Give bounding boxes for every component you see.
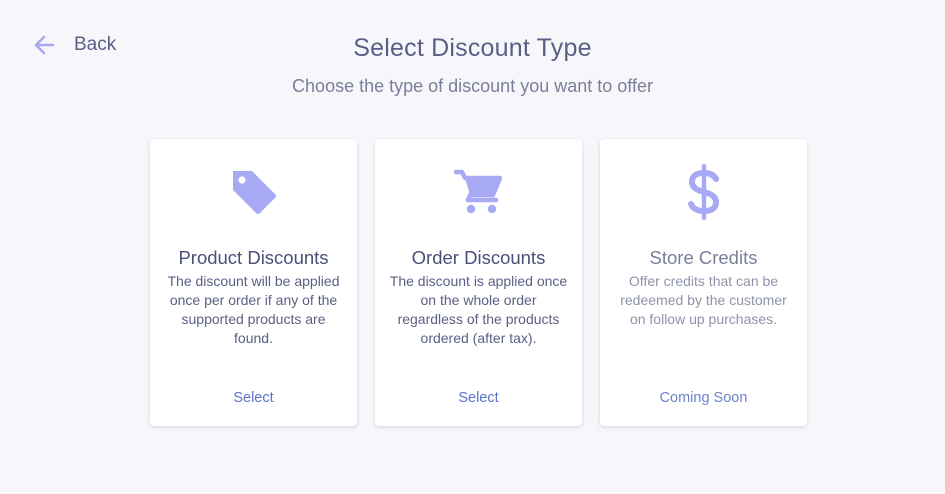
shopping-cart-icon [375,166,582,218]
discount-type-cards: Product Discounts The discount will be a… [150,139,807,426]
page-title: Select Discount Type [353,34,592,62]
page-subtitle: Choose the type of discount you want to … [292,76,653,96]
select-product-discounts-button[interactable]: Select [150,390,357,406]
card-title: Product Discounts [178,247,329,268]
card-title: Order Discounts [411,247,546,268]
card-store-credits: Store Credits Offer credits that can be … [600,139,807,426]
price-tag-icon [150,166,357,218]
card-description: Offer credits that can be redeemed by th… [620,273,787,327]
card-description: The discount will be applied once per or… [167,273,340,346]
dollar-sign-icon [600,164,807,220]
card-description: The discount is applied once on the whol… [389,273,568,346]
card-product-discounts[interactable]: Product Discounts The discount will be a… [150,139,357,426]
page-header: Select Discount Type Choose the type of … [0,34,945,97]
coming-soon-label: Coming Soon [659,390,748,406]
card-title: Store Credits [649,247,758,268]
card-order-discounts[interactable]: Order Discounts The discount is applied … [375,139,582,426]
select-order-discounts-button[interactable]: Select [375,390,582,406]
